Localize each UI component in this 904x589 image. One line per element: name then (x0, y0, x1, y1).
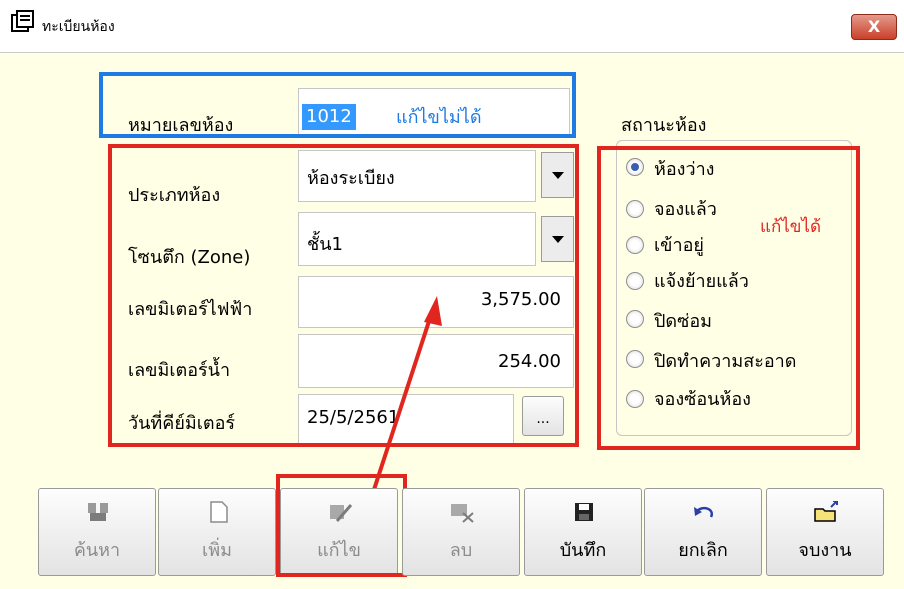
delete-icon (451, 504, 474, 523)
close-button[interactable]: X (851, 14, 897, 40)
save-button[interactable]: บันทึก (524, 488, 642, 576)
add-button[interactable]: เพิ่ม (158, 488, 276, 576)
new-document-icon (210, 501, 228, 523)
save-disk-icon (575, 503, 593, 521)
save-button-label: บันทึก (559, 540, 607, 561)
register-window-icon (11, 10, 34, 32)
undo-icon (694, 506, 714, 518)
delete-button-label: ลบ (449, 540, 473, 561)
not-editable-highlight-box (99, 72, 576, 138)
editable-fields-highlight-box (108, 144, 579, 447)
search-button[interactable]: ค้นหา (38, 488, 156, 576)
title-bar: ทะเบียนห้อง X (0, 0, 904, 53)
open-folder-exit-icon (814, 501, 838, 522)
cancel-button-label: ยกเลิก (678, 540, 728, 561)
delete-button[interactable]: ลบ (402, 488, 520, 576)
add-button-label: เพิ่ม (202, 540, 232, 561)
exit-button-label: จบงาน (798, 540, 852, 561)
room-status-heading: สถานะห้อง (621, 115, 707, 136)
edit-button-highlight-box (276, 474, 407, 577)
search-icon (88, 503, 108, 521)
exit-button[interactable]: จบงาน (766, 488, 884, 576)
window-title: ทะเบียนห้อง (42, 19, 115, 35)
status-highlight-box (597, 146, 860, 450)
search-button-label: ค้นหา (73, 540, 121, 561)
cancel-button[interactable]: ยกเลิก (644, 488, 762, 576)
